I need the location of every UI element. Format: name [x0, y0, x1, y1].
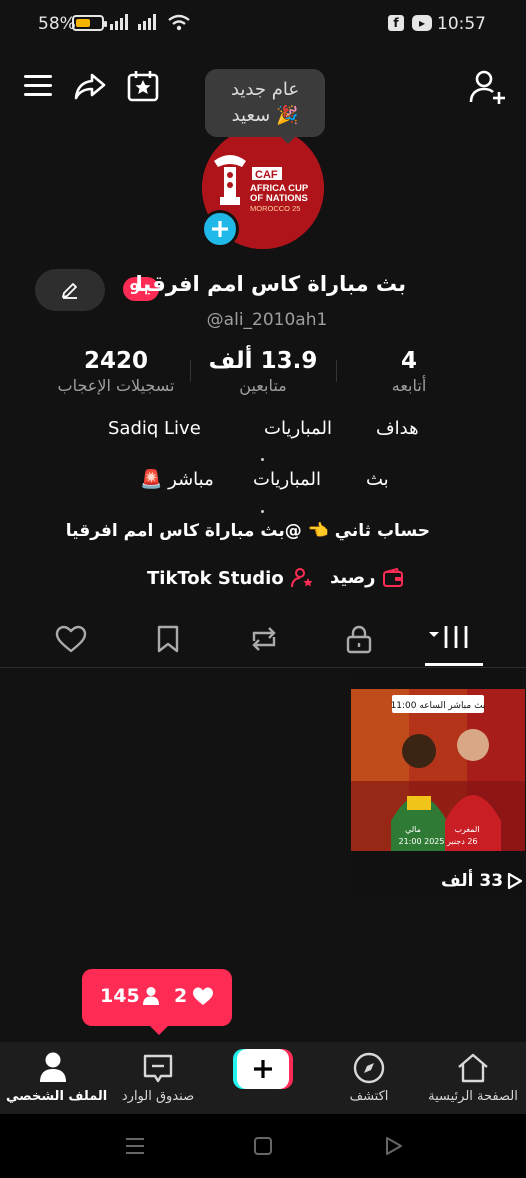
- bio-word: المباريات: [253, 469, 321, 490]
- creator-star-icon: [290, 568, 313, 588]
- stat-following[interactable]: 4 أتابعه: [376, 348, 442, 395]
- nav-profile[interactable]: الملف الشخصي: [6, 1042, 107, 1114]
- svg-text:بث مباشر الساعه 11:00: بث مباشر الساعه 11:00: [391, 701, 486, 711]
- share-icon[interactable]: [72, 68, 108, 104]
- facebook-icon: f: [388, 15, 404, 31]
- tab-liked[interactable]: [55, 624, 87, 658]
- svg-text:OF NATIONS: OF NATIONS: [250, 193, 308, 204]
- nav-home[interactable]: الصفحة الرئيسية: [420, 1042, 526, 1114]
- edit-profile-button[interactable]: [35, 269, 105, 311]
- status-bar: 58% f ▸ 10:57: [0, 0, 526, 48]
- new-year-tooltip: عام جديد سعيد 🎉: [205, 69, 325, 144]
- likes-count: 2: [174, 985, 188, 1007]
- bio-word: بث: [366, 469, 389, 490]
- divider: [190, 360, 191, 382]
- bio-word: المباريات: [264, 418, 332, 439]
- bio-line[interactable]: حساب ثاني 👈 @بث مباراة كاس امم افرقيا: [66, 521, 430, 541]
- tab-private[interactable]: [344, 624, 374, 658]
- signal-icon: [138, 14, 156, 30]
- activity-bubble[interactable]: 145 2: [82, 969, 232, 1035]
- followers-count: 145: [100, 985, 140, 1007]
- svg-text:CAF: CAF: [255, 169, 278, 181]
- calendar-star-icon[interactable]: [125, 68, 161, 104]
- add-user-icon[interactable]: [468, 68, 508, 106]
- heart-icon: [55, 625, 87, 653]
- battery-icon: [72, 15, 107, 31]
- view-count: 33 ألف: [441, 871, 523, 891]
- compass-icon: [353, 1052, 385, 1084]
- home-button-icon[interactable]: [253, 1136, 273, 1156]
- back-icon[interactable]: [384, 1135, 404, 1157]
- home-icon: [458, 1053, 488, 1083]
- username: @ali_2010ah1: [206, 310, 328, 330]
- heart-icon: [193, 987, 213, 1005]
- match-poster: بث مباشر الساعه 11:00 مالي المغرب 26 دجن…: [351, 671, 525, 899]
- signal-icon: [110, 14, 128, 30]
- wallet-icon: [382, 567, 403, 587]
- svg-text:26 دجنبر 2025 21:00: 26 دجنبر 2025 21:00: [399, 837, 478, 846]
- bio-word: Sadiq Live: [108, 418, 201, 439]
- profile-icon: [40, 1052, 66, 1082]
- youtube-icon: ▸: [412, 15, 432, 31]
- tab-favorites[interactable]: [155, 624, 181, 658]
- battery-percent: 58%: [38, 14, 76, 34]
- svg-text:مالي: مالي: [405, 825, 421, 834]
- bio-word: مباشر 🚨: [140, 469, 214, 490]
- pencil-icon: [62, 283, 77, 299]
- stat-followers[interactable]: 13.9 ألف متابعين: [200, 348, 326, 395]
- nav-inbox[interactable]: صندوق الوارد: [112, 1042, 204, 1114]
- tooltip-line1: عام جديد: [230, 79, 300, 100]
- svg-text:المغرب: المغرب: [454, 825, 479, 834]
- tab-reposts[interactable]: [248, 624, 280, 658]
- bio-dot: [261, 458, 264, 461]
- profile-name: بث مباراة كاس امم افرقيا: [135, 272, 406, 296]
- system-navigation: [0, 1114, 526, 1178]
- video-thumbnail[interactable]: بث مباشر الساعه 11:00 مالي المغرب 26 دجن…: [351, 671, 525, 899]
- recents-icon[interactable]: [124, 1136, 146, 1156]
- balance-link[interactable]: رصيد: [330, 567, 404, 588]
- divider: [336, 360, 337, 382]
- repost-icon: [252, 627, 276, 651]
- tabs-divider: [0, 667, 526, 668]
- bottom-nav: الصفحة الرئيسية اكتشف صندوق الوارد الملف…: [0, 1042, 526, 1114]
- plus-icon: [254, 1060, 272, 1078]
- lock-icon: [346, 625, 372, 654]
- menu-icon[interactable]: [24, 75, 52, 97]
- wifi-icon: [168, 14, 190, 31]
- bookmark-icon: [157, 625, 179, 653]
- person-icon: [143, 987, 159, 1005]
- bio-word: هداف: [376, 418, 419, 439]
- stat-likes[interactable]: 2420 تسجيلات الإعجاب: [46, 348, 186, 395]
- tooltip-line2: سعيد 🎉: [231, 105, 299, 126]
- add-story-button[interactable]: [201, 210, 239, 248]
- active-tab-indicator: [425, 663, 483, 666]
- clock: 10:57: [437, 14, 486, 34]
- inbox-icon: [143, 1054, 173, 1083]
- play-icon: [507, 872, 523, 890]
- svg-text:MOROCCO 25: MOROCCO 25: [250, 204, 300, 213]
- nav-discover[interactable]: اكتشف: [326, 1042, 412, 1114]
- bio-dot: [261, 510, 264, 513]
- grid-icon: [429, 626, 468, 648]
- studio-link[interactable]: TikTok Studio: [147, 567, 314, 589]
- plus-icon: [212, 221, 228, 237]
- create-button[interactable]: [233, 1049, 293, 1089]
- tab-videos[interactable]: [426, 622, 474, 652]
